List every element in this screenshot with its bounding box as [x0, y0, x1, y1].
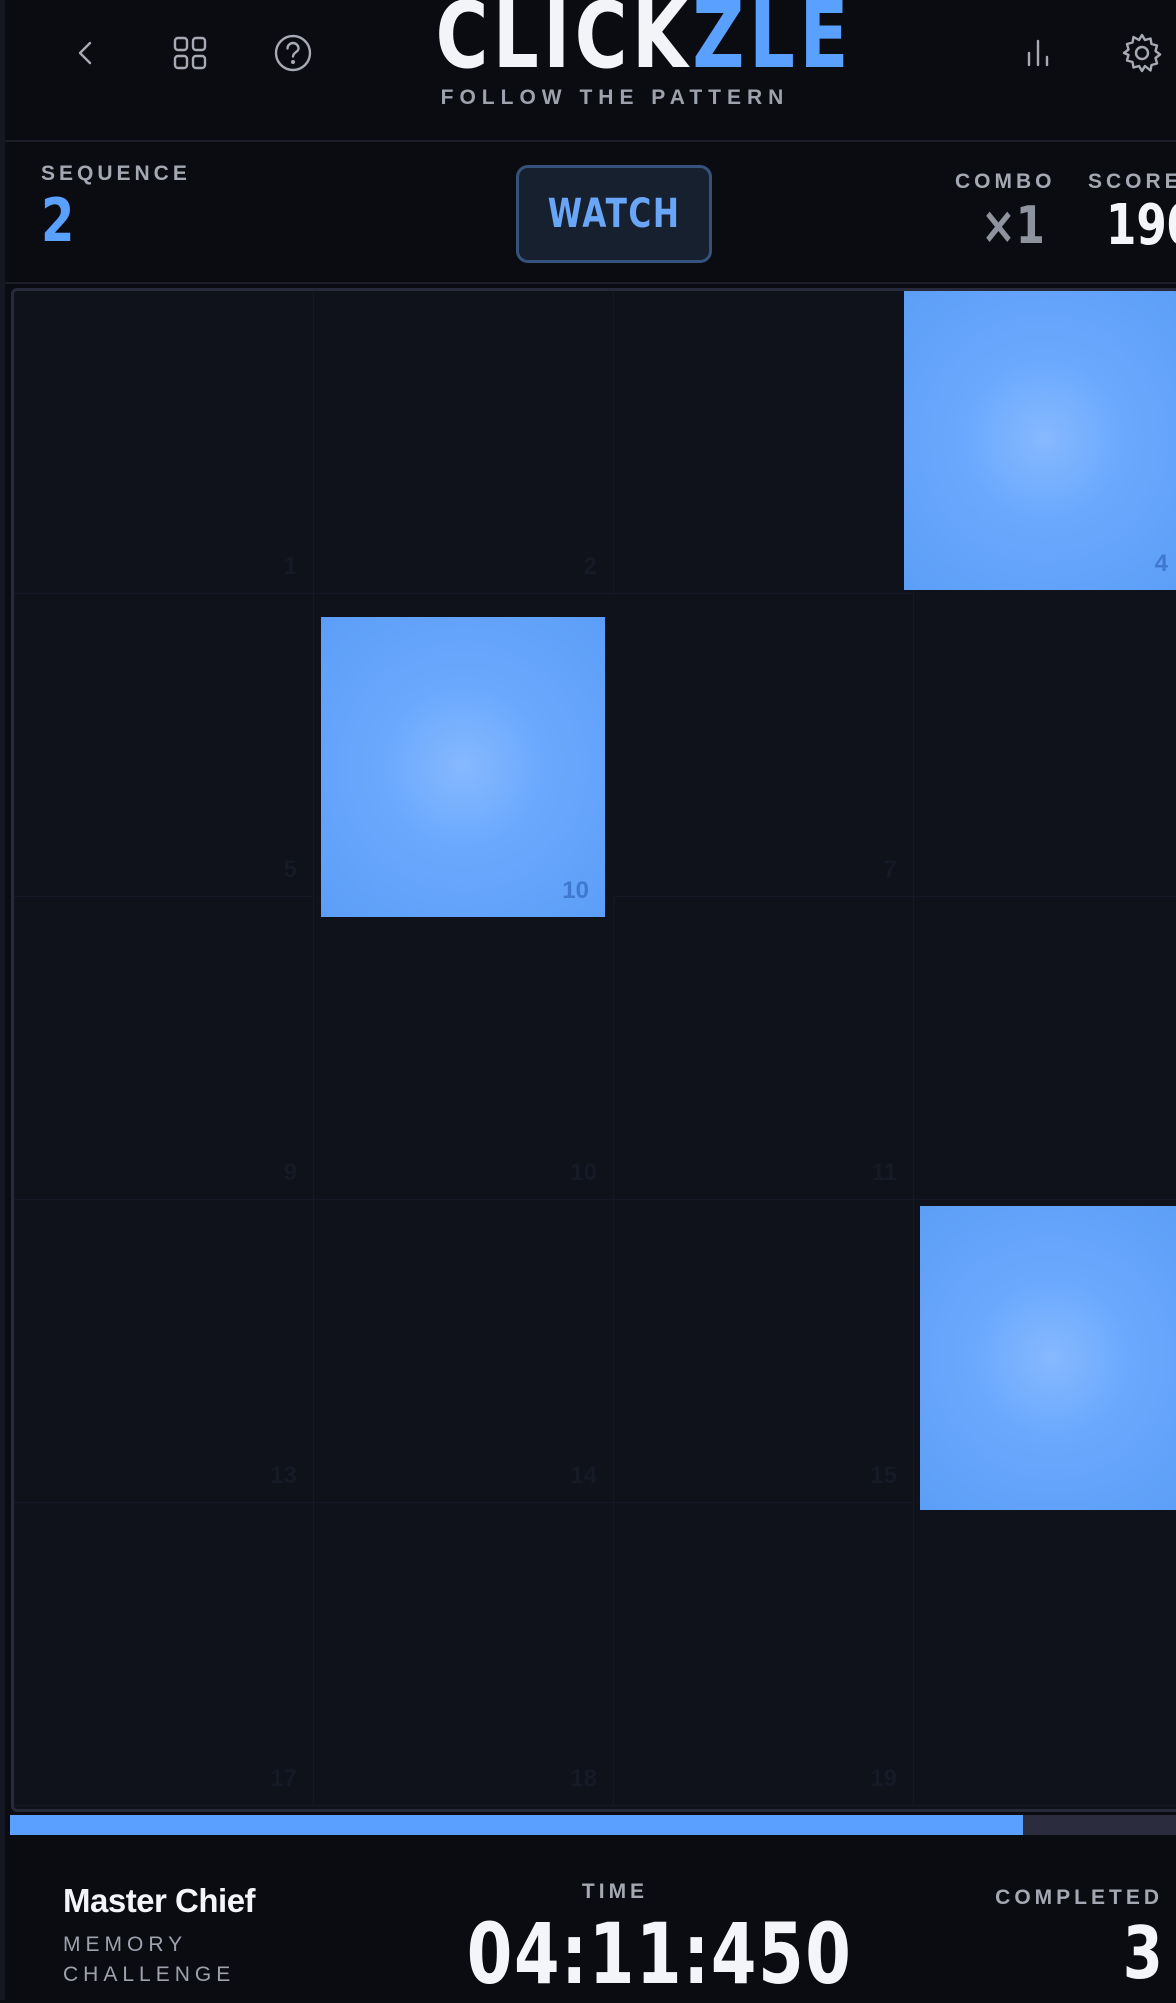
grid-cell-10[interactable]: 10: [314, 897, 614, 1200]
combo-value: ×1: [981, 196, 1045, 256]
settings-button[interactable]: [1113, 24, 1171, 82]
tile-number: 10: [562, 877, 589, 904]
bottom-bar: Master Chief MEMORY CHALLENGE TIME 04:11…: [5, 1838, 1176, 2003]
cell-number: 9: [283, 1159, 297, 1186]
cell-number: 1: [283, 553, 297, 580]
cell-number: 17: [270, 1765, 297, 1792]
completed-stat: COMPLETED 3: [995, 1886, 1163, 1996]
cell-number: 13: [270, 1462, 297, 1489]
lit-tile-6[interactable]: 10: [321, 617, 605, 917]
grid-cell-19[interactable]: 19: [614, 1503, 914, 1806]
lit-tile-16[interactable]: [920, 1206, 1176, 1510]
cell-number: 11: [871, 1159, 897, 1186]
score-value: 190: [1106, 193, 1176, 258]
cell-number: 7: [883, 856, 897, 883]
combo-stat: COMBO ×1: [955, 170, 1061, 258]
stats-button[interactable]: [1009, 24, 1067, 82]
watch-label: WATCH: [547, 191, 681, 237]
game-board: 1 2 5 7 9 10 11 13 14 15 17 18 19 4 10: [11, 288, 1176, 1812]
time-label: TIME: [581, 1880, 649, 1903]
cell-number: 18: [570, 1765, 597, 1792]
grid-cell-9[interactable]: 9: [14, 897, 314, 1200]
sequence-stat: SEQUENCE 2: [41, 162, 191, 256]
sequence-label: SEQUENCE: [41, 162, 191, 185]
grid-cell-14[interactable]: 14: [314, 1200, 614, 1503]
help-icon: [274, 34, 312, 72]
combo-label: COMBO: [955, 170, 1056, 193]
round-progress-bar: [10, 1815, 1176, 1835]
cell-number: 19: [870, 1765, 897, 1792]
game-mode: MEMORY CHALLENGE: [63, 1930, 283, 1990]
grid-cell-1[interactable]: 1: [14, 291, 314, 594]
grid-cell-13[interactable]: 13: [14, 1200, 314, 1503]
grid-cell-18[interactable]: 18: [314, 1503, 614, 1806]
logo-title: CLICKZLE: [435, 0, 854, 89]
lit-tile-4[interactable]: 4: [904, 291, 1176, 590]
completed-value: 3: [1122, 1911, 1163, 1995]
cell-number: 5: [283, 856, 297, 883]
grid-cell-2[interactable]: 2: [314, 291, 614, 594]
timer: TIME 04:11:450: [425, 1880, 853, 2003]
game-mode-line1: MEMORY: [63, 1933, 188, 1956]
stats-bar: SEQUENCE 2 WATCH COMBO ×1 SCORE 190: [5, 144, 1176, 284]
grid-cell-5[interactable]: 5: [14, 594, 314, 897]
completed-label: COMPLETED: [995, 1886, 1163, 1909]
player-info: Master Chief MEMORY CHALLENGE: [63, 1882, 283, 1990]
tile-number: 4: [1154, 550, 1168, 577]
score-label: SCORE: [1088, 170, 1176, 193]
game-logo: CLICKZLE FOLLOW THE PATTERN: [385, 0, 854, 110]
game-mode-line2: CHALLENGE: [63, 1963, 236, 1986]
watch-button[interactable]: WATCH: [516, 165, 712, 263]
cell-number: 15: [870, 1462, 897, 1489]
chevron-left-icon: [78, 41, 92, 65]
cell-number: 2: [583, 553, 597, 580]
grid-icon: [173, 36, 207, 70]
menu-grid-button[interactable]: [161, 24, 219, 82]
stats-icon: [1027, 39, 1049, 67]
player-name: Master Chief: [63, 1882, 256, 1919]
back-button[interactable]: [57, 24, 115, 82]
progress-fill: [10, 1815, 1023, 1835]
time-value: 04:11:450: [466, 1905, 853, 2003]
grid-cell-3[interactable]: [614, 291, 914, 594]
game-app: CLICKZLE FOLLOW THE PATTERN SEQUENCE 2 W…: [0, 0, 1176, 2003]
grid-cell-8[interactable]: [914, 594, 1176, 897]
sequence-value: 2: [41, 186, 75, 256]
grid-cell-12[interactable]: [914, 897, 1176, 1200]
grid-cell-7[interactable]: 7: [614, 594, 914, 897]
grid-cell-20[interactable]: [914, 1503, 1176, 1806]
grid-cell-17[interactable]: 17: [14, 1503, 314, 1806]
grid-cell-11[interactable]: 11: [614, 897, 914, 1200]
grid-cell-15[interactable]: 15: [614, 1200, 914, 1503]
gear-icon: [1122, 33, 1162, 73]
top-bar: CLICKZLE FOLLOW THE PATTERN: [5, 0, 1176, 142]
cell-number: 14: [570, 1462, 597, 1489]
help-button[interactable]: [264, 24, 322, 82]
cell-number: 10: [570, 1159, 597, 1186]
score-stat: SCORE 190: [1088, 170, 1176, 258]
logo-subtitle: FOLLOW THE PATTERN: [440, 86, 790, 109]
